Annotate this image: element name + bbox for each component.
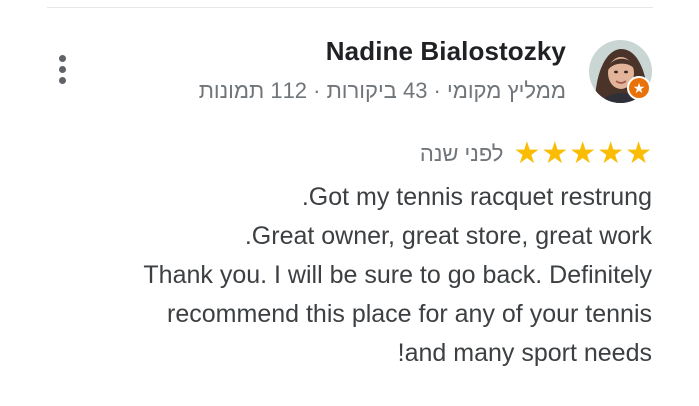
review-text-line: Thank you. I will be sure to go back. De… [143, 261, 652, 289]
top-divider [47, 7, 653, 8]
local-guide-star-icon: ★ [627, 76, 651, 100]
more-vert-icon [58, 54, 66, 62]
star-icon: ★ [597, 136, 625, 171]
reviewer-meta: ממליץ מקומי · 43 ביקורות · 112 תמונות [198, 78, 566, 103]
star-rating: ★ ★ ★ ★ ★ [513, 138, 652, 170]
star-icon: ★ [625, 136, 652, 171]
review-text-line: !and many sport needs [397, 339, 652, 367]
more-vert-icon-dot [58, 76, 66, 84]
review-text-line: .Great owner, great store, great work [244, 222, 652, 250]
star-icon: ★ [513, 136, 541, 171]
more-options-button[interactable] [50, 52, 74, 86]
review-text: .Got my tennis racquet restrung .Great o… [72, 178, 652, 373]
review-text-line: recommend this place for any of your ten… [167, 300, 652, 328]
review-time: לפני שנה [419, 141, 504, 166]
rating-row: ★ ★ ★ ★ ★ לפני שנה [420, 138, 652, 170]
more-vert-icon-dot [58, 65, 66, 73]
star-icon: ★ [541, 136, 569, 171]
reviewer-name[interactable]: Nadine Bialostozky [326, 36, 566, 67]
review-text-line: .Got my tennis racquet restrung [301, 183, 652, 211]
star-icon: ★ [569, 136, 597, 171]
